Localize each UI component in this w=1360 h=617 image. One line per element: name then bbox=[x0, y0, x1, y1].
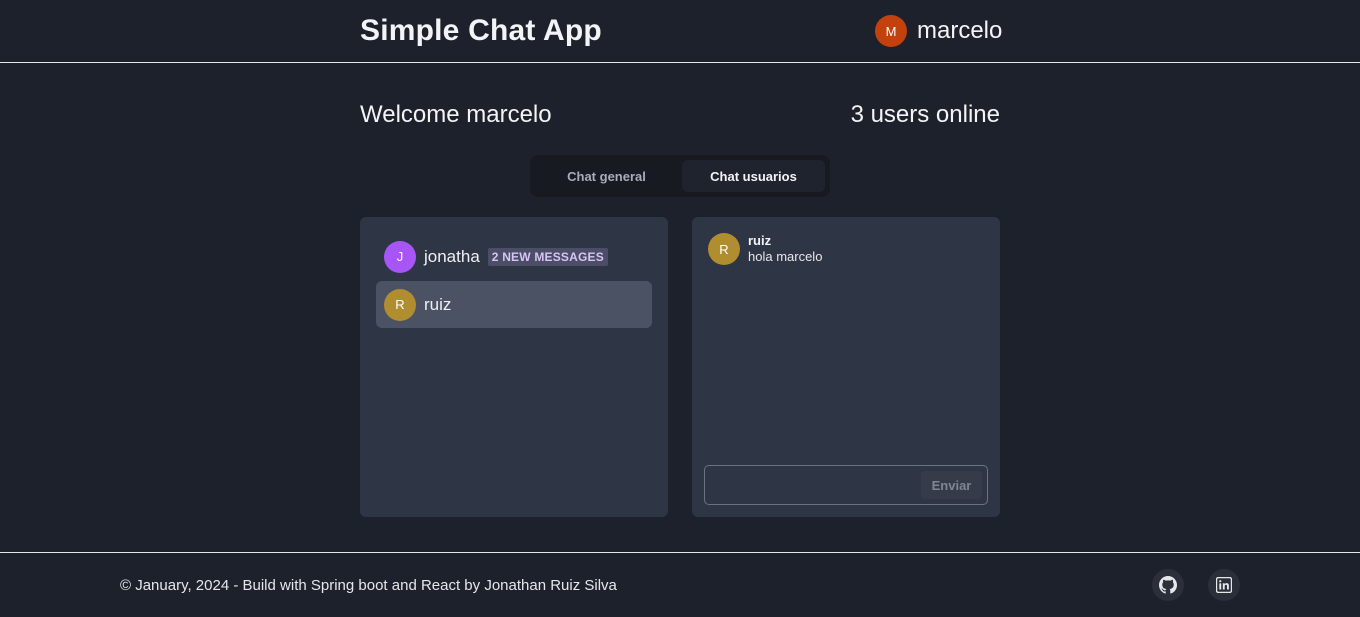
chat-tabs: Chat general Chat usuarios bbox=[530, 155, 830, 197]
message-author: ruiz bbox=[748, 233, 772, 248]
footer-credits: © January, 2024 - Build with Spring boot… bbox=[120, 577, 617, 594]
tab-chat-general[interactable]: Chat general bbox=[535, 160, 678, 192]
chat-message: R ruiz hola marcelo bbox=[708, 233, 822, 265]
user-avatar: J bbox=[384, 240, 416, 273]
user-item-jonatha[interactable]: J jonatha 2 NEW MESSAGES bbox=[376, 233, 652, 280]
user-avatar: R bbox=[384, 288, 416, 321]
send-button[interactable]: Enviar bbox=[921, 471, 982, 499]
github-link[interactable] bbox=[1152, 569, 1184, 601]
message-composer: Enviar bbox=[704, 465, 988, 505]
linkedin-icon bbox=[1216, 577, 1232, 593]
current-user-name: marcelo bbox=[917, 17, 1003, 44]
user-name: ruiz bbox=[424, 294, 452, 314]
app-title: Simple Chat App bbox=[360, 14, 602, 47]
message-text: hola marcelo bbox=[748, 249, 823, 264]
new-messages-badge: 2 NEW MESSAGES bbox=[487, 247, 608, 266]
top-bar: Simple Chat App M marcelo bbox=[0, 0, 1360, 63]
online-users-count: 3 users online bbox=[850, 101, 1000, 128]
message-input[interactable] bbox=[713, 472, 913, 498]
chat-panel: R ruiz hola marcelo Enviar bbox=[692, 217, 1000, 517]
tab-chat-usuarios[interactable]: Chat usuarios bbox=[682, 160, 825, 192]
current-user-avatar: M bbox=[875, 15, 907, 47]
footer: © January, 2024 - Build with Spring boot… bbox=[0, 552, 1360, 617]
welcome-message: Welcome marcelo bbox=[360, 101, 552, 128]
message-content: ruiz hola marcelo bbox=[748, 233, 822, 265]
linkedin-link[interactable] bbox=[1208, 569, 1240, 601]
user-item-ruiz[interactable]: R ruiz bbox=[376, 281, 652, 328]
users-list-panel: J jonatha 2 NEW MESSAGES R ruiz bbox=[360, 217, 668, 517]
github-icon bbox=[1159, 576, 1177, 594]
user-name: jonatha bbox=[424, 246, 480, 266]
current-user: M marcelo bbox=[875, 15, 1002, 47]
message-avatar: R bbox=[708, 233, 740, 265]
